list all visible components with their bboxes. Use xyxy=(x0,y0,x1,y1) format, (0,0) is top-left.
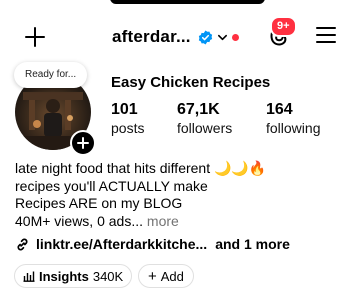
stat-value: 101 xyxy=(111,101,138,118)
stat-label: followers xyxy=(177,120,233,136)
add-button[interactable]: + Add xyxy=(138,264,194,288)
bar-chart-icon xyxy=(23,271,35,282)
unread-dot xyxy=(231,33,239,41)
stat-label: posts xyxy=(111,120,145,136)
chevron-down-icon xyxy=(217,34,227,40)
bio-line: recipes you'll ACTUALLY make xyxy=(15,177,208,194)
verified-icon xyxy=(198,29,212,45)
add-label: Add xyxy=(160,268,184,284)
username: afterdar... xyxy=(112,27,191,46)
bio-links[interactable]: linktr.ee/Afterdarkkitche... and 1 more xyxy=(15,236,290,252)
link-url[interactable]: linktr.ee/Afterdarkkitche... xyxy=(36,236,207,252)
stat-label: following xyxy=(266,120,321,136)
bio-line: late night food that hits different 🌙🌙🔥 xyxy=(15,160,267,176)
hamburger-menu-icon[interactable] xyxy=(316,27,336,45)
bio-line: Recipes ARE on my BLOG xyxy=(15,195,183,211)
stat-value: 164 xyxy=(266,101,293,118)
link-more[interactable]: and 1 more xyxy=(215,236,290,252)
note-bubble[interactable]: Ready for... xyxy=(14,62,88,88)
add-story-icon[interactable] xyxy=(70,130,96,156)
dynamic-island xyxy=(110,0,265,4)
bio: late night food that hits different 🌙🌙🔥 … xyxy=(15,160,266,230)
display-name: Easy Chicken Recipes xyxy=(111,74,271,91)
insights-button[interactable]: Insights 340K xyxy=(14,264,133,288)
bio-line: 40M+ views, 0 ads... more xyxy=(15,213,266,231)
insights-label: Insights xyxy=(39,268,89,284)
stat-followers[interactable]: 67,1K followers xyxy=(177,101,232,137)
insights-count: 340K xyxy=(92,268,124,284)
username-switcher[interactable]: afterdar... xyxy=(112,24,239,50)
link-icon xyxy=(17,238,28,250)
stat-following[interactable]: 164 following xyxy=(266,101,320,137)
plus-icon[interactable] xyxy=(23,25,47,49)
stat-value: 67,1K xyxy=(177,101,220,118)
bio-line-text: 40M+ views, 0 ads... xyxy=(15,212,144,229)
plus-icon: + xyxy=(148,267,157,285)
profile-header: afterdar... 9+ xyxy=(0,16,360,52)
bio-more-link[interactable]: more xyxy=(147,213,179,229)
notification-badge: 9+ xyxy=(270,16,297,37)
stat-posts[interactable]: 101 posts xyxy=(111,101,144,137)
